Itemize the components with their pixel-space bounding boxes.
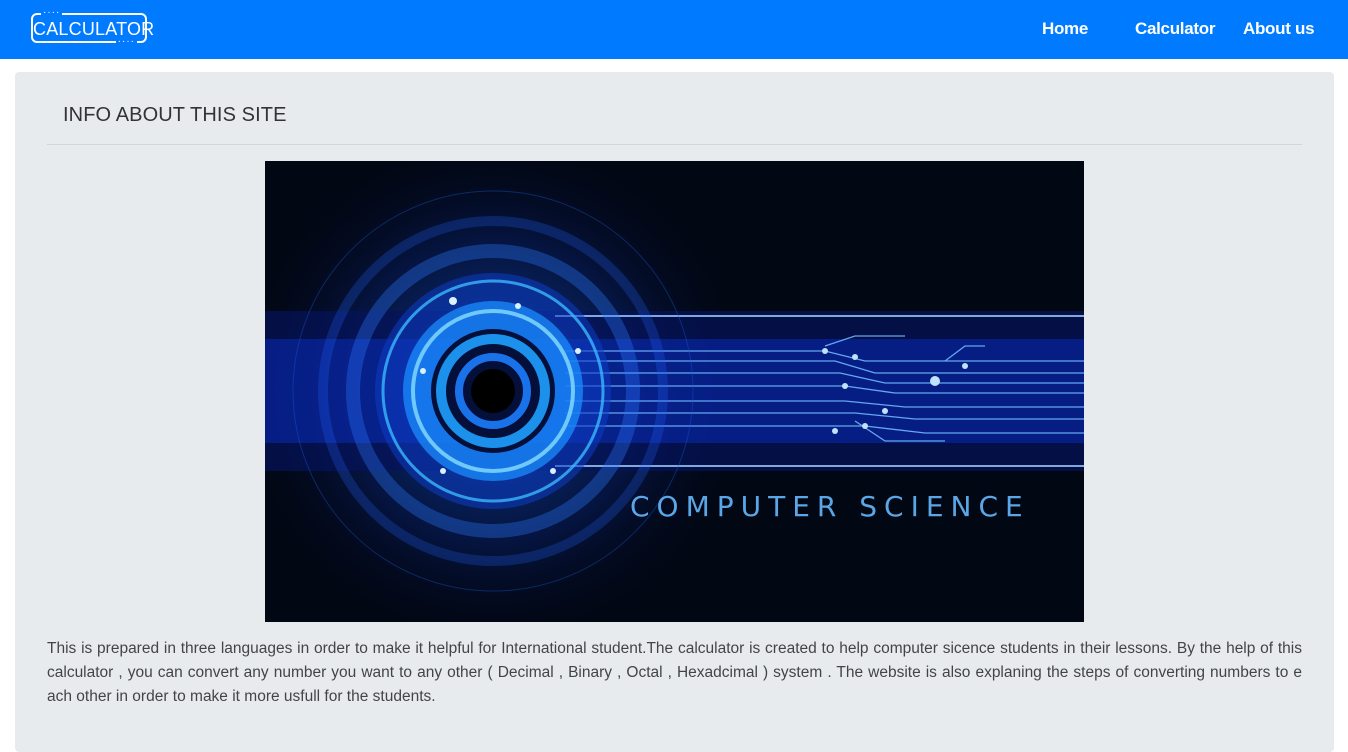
nav-link-about-us[interactable]: About us [1243, 19, 1315, 39]
computer-science-graphic: COMPUTER SCIENCE [265, 161, 1084, 622]
page-title: INFO ABOUT THIS SITE [63, 104, 287, 126]
site-logo[interactable]: ···· CALCULATOR ···· [31, 7, 154, 47]
logo-text: CALCULATOR [33, 19, 155, 39]
site-description: This is prepared in three languages in o… [47, 640, 1302, 705]
nav-link-home[interactable]: Home [1042, 19, 1088, 39]
info-card: INFO ABOUT THIS SITE COMPUTER SCIENCE Th… [15, 72, 1334, 752]
title-divider [47, 144, 1302, 145]
top-navbar: ···· CALCULATOR ···· Home Calculator Abo… [0, 0, 1348, 59]
hero-caption: COMPUTER SCIENCE [630, 490, 1030, 523]
logo-dots-decoration: ···· [115, 36, 137, 47]
nav-link-calculator[interactable]: Calculator [1135, 19, 1215, 39]
logo-dots-decoration: ···· [41, 7, 63, 18]
hero-image: COMPUTER SCIENCE [265, 161, 1084, 622]
